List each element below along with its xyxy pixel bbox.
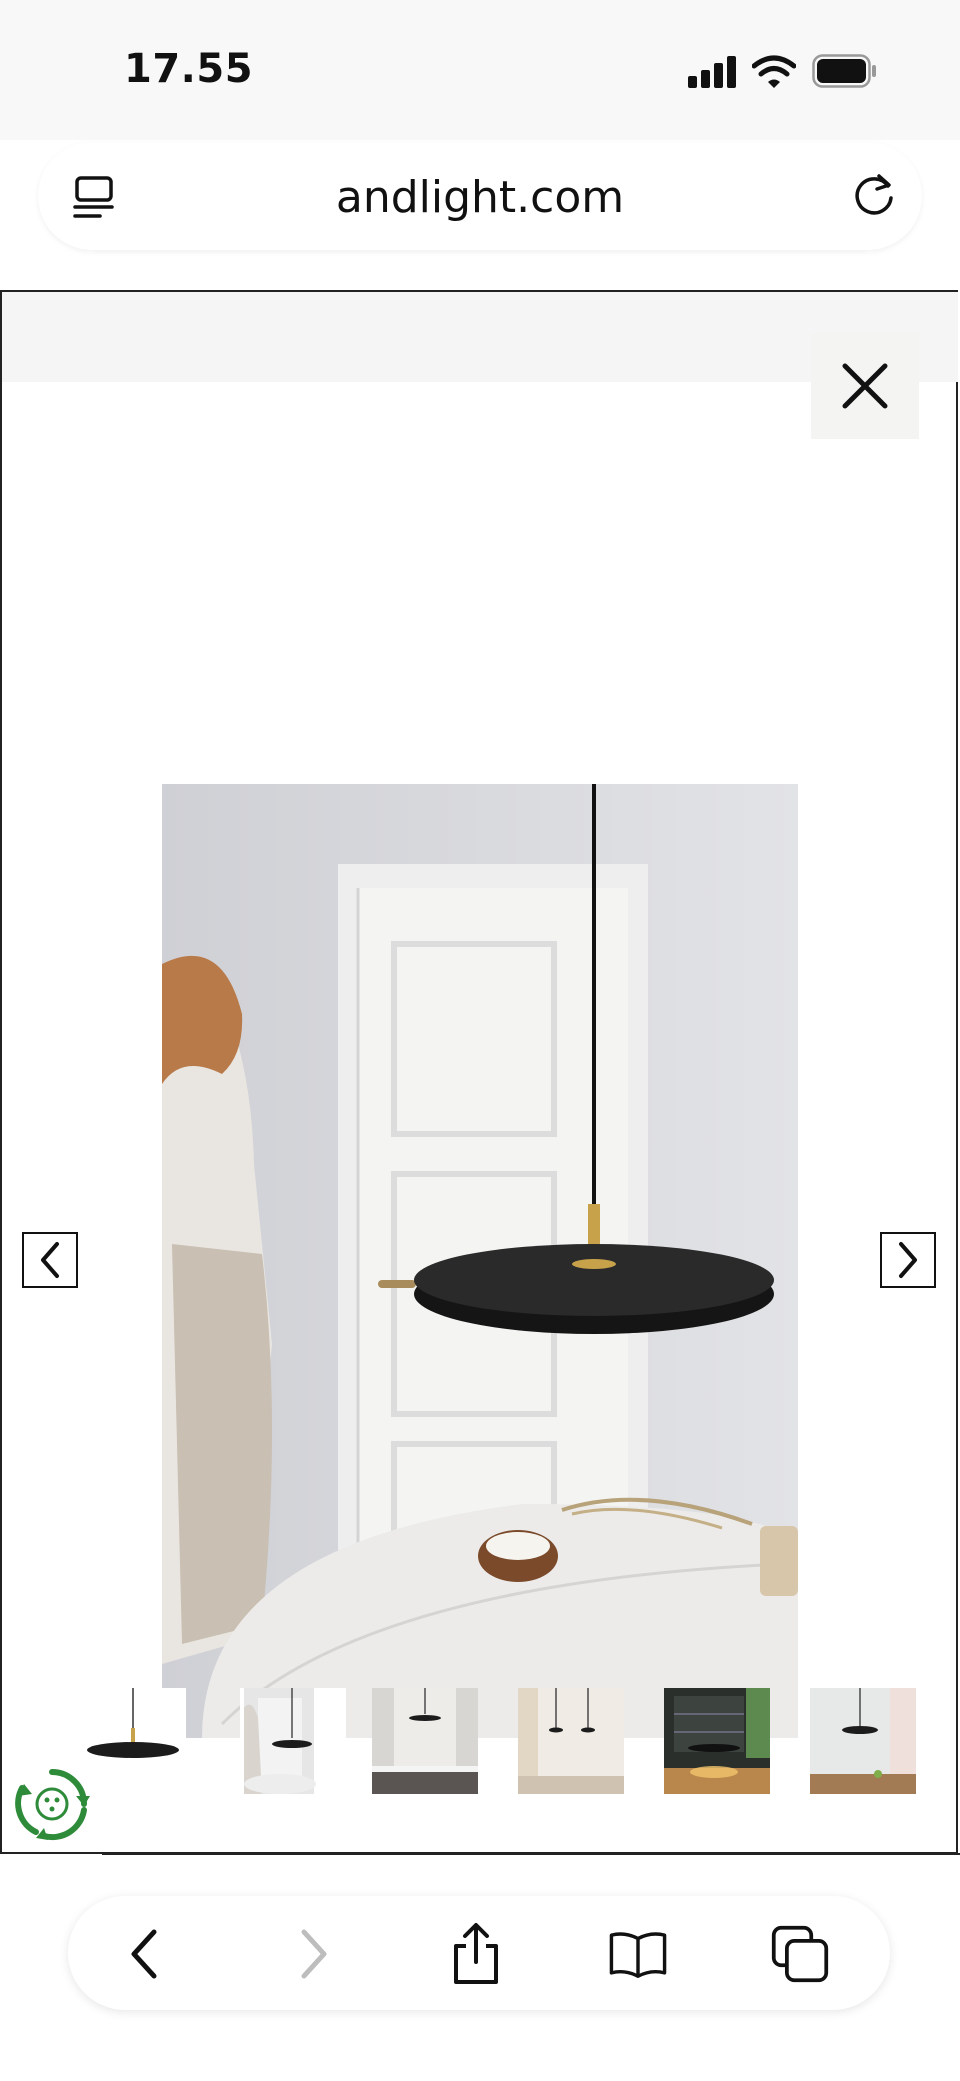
share-icon [454, 1923, 498, 1984]
thumbnail-lamp-image [80, 1688, 186, 1784]
chevron-right-icon [899, 1242, 917, 1278]
forward-button[interactable] [284, 1924, 344, 1984]
bookmarks-button[interactable] [608, 1924, 668, 1984]
share-button[interactable] [446, 1923, 506, 1984]
thumbnail-room-image [240, 1688, 346, 1794]
browser-toolbar [68, 1896, 890, 2010]
thumbnail-dining-image [518, 1688, 624, 1794]
chevron-left-icon [131, 1929, 157, 1979]
status-bar: 17.55 [0, 0, 960, 140]
back-button[interactable] [114, 1924, 174, 1984]
tabs-icon [771, 1925, 829, 1983]
chevron-right-icon [301, 1929, 327, 1979]
book-icon [609, 1932, 667, 1978]
address-bar[interactable]: andlight.com [38, 142, 922, 250]
reload-icon[interactable] [848, 168, 900, 220]
next-image-button[interactable] [880, 1232, 936, 1288]
thumbnail-2[interactable] [240, 1688, 346, 1794]
thumbnail-kitchen-image [372, 1688, 478, 1794]
previous-image-button[interactable] [22, 1232, 78, 1288]
wifi-icon [752, 55, 796, 88]
thumbnail-1[interactable] [80, 1688, 186, 1784]
thumbnail-5[interactable] [664, 1688, 770, 1794]
modal-bottom-divider [102, 1853, 960, 1855]
thumbnail-4[interactable] [518, 1688, 624, 1794]
battery-icon [812, 54, 876, 88]
thumbnail-6[interactable] [810, 1688, 916, 1794]
thumbnail-table-image [810, 1688, 916, 1794]
status-time: 17.55 [124, 46, 254, 92]
url-text[interactable]: andlight.com [38, 172, 922, 223]
thumbnail-shelf-image [664, 1688, 770, 1794]
chevron-left-icon [41, 1242, 59, 1278]
pendant-lamp-photo [162, 784, 798, 1738]
close-icon [842, 363, 888, 409]
thumbnail-3[interactable] [372, 1688, 478, 1794]
cellular-signal-icon [688, 56, 740, 88]
eco-badge-icon[interactable] [14, 1766, 90, 1842]
tabs-button[interactable] [770, 1924, 830, 1984]
main-product-image [162, 784, 798, 1738]
close-button[interactable] [811, 333, 919, 439]
